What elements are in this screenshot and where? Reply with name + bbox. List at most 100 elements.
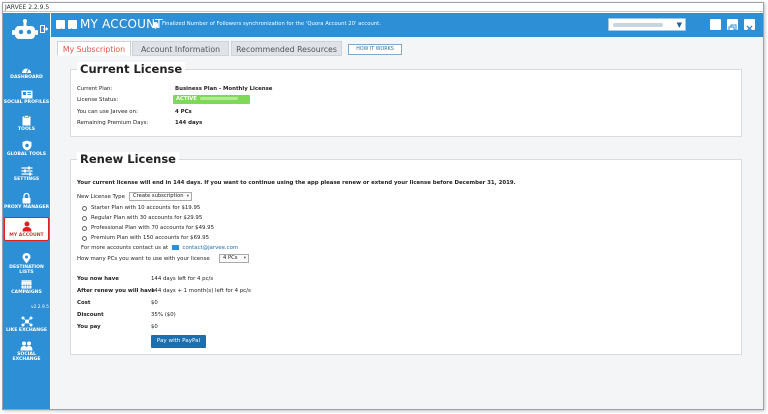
summary-label: You pay [77, 324, 101, 330]
sidebar-item-social-profiles[interactable]: SOCIAL PROFILES [3, 90, 50, 105]
sidebar-item-label: SETTINGS [13, 177, 40, 182]
sidebar-item-destination-lists[interactable]: DESTINATION LISTS [3, 253, 50, 275]
lock-icon [22, 193, 31, 204]
restore-icon [728, 24, 737, 33]
bell-icon [152, 22, 159, 29]
network-icon [21, 316, 32, 327]
pay-with-paypal-button[interactable]: Pay with PayPal [151, 335, 206, 348]
close-icon [746, 25, 753, 32]
sidebar-item-proxy-manager[interactable]: PROXY MANAGER [3, 193, 50, 210]
chevron-right-icon [71, 28, 74, 33]
summary-value: 144 days left for 4 pc/s [151, 276, 214, 282]
notification-text: Finalized Number of Followers synchroniz… [162, 21, 381, 27]
sidebar-item-label: PROXY MANAGER [3, 205, 50, 210]
license-type-select[interactable]: Create subscription ▾ [129, 192, 192, 201]
pcs-count-select[interactable]: 4 PCs ▾ [219, 254, 249, 263]
map-pin-icon [22, 253, 31, 264]
forward-button[interactable] [68, 20, 77, 33]
pcs-value: 4 PCs [175, 109, 192, 115]
contact-text: For more accounts contact us at [81, 245, 169, 251]
close-button[interactable] [744, 19, 755, 32]
summary-label: Discount [77, 312, 104, 318]
users-icon [20, 341, 33, 351]
account-email-redacted [613, 23, 663, 27]
sidebar-item-label: CAMPAIGNS [11, 290, 42, 295]
gauge-icon [22, 67, 31, 73]
current-plan-label: Current Plan: [77, 86, 113, 92]
remaining-days-label: Remaining Premium Days: [77, 120, 149, 126]
license-status-label: License Status: [77, 97, 119, 103]
profiles-icon [21, 90, 32, 99]
license-type-value: Create subscription [133, 193, 184, 199]
sidebar-item-my-account[interactable]: MY ACCOUNT [4, 217, 49, 241]
tab-recommended-resources[interactable]: Recommended Resources [231, 41, 342, 56]
sidebar-item-label: LIKE EXCHANGE [6, 328, 47, 333]
calendar-icon [21, 280, 32, 289]
tab-my-subscription[interactable]: My Subscription [57, 41, 131, 56]
renew-notice: Your current license will end in 144 day… [77, 180, 516, 186]
sidebar-item-label: GLOBAL TOOLS [6, 152, 47, 157]
logout-icon[interactable] [40, 25, 48, 33]
license-status-badge: ACTIVE [173, 95, 250, 104]
summary-value: 144 days + 1 month(s) left for 4 pc/s [151, 288, 251, 294]
sidebar: DASHBOARD SOCIAL PROFILES TOOLS GLOBAL T… [3, 13, 50, 409]
summary-value: $0 [151, 300, 158, 306]
contact-line: For more accounts contact us at contact@… [81, 244, 239, 251]
sidebar-item-label: TOOLS [17, 127, 36, 132]
pcs-count-value: 4 PCs [223, 255, 238, 261]
renew-license-panel: Renew License Your current license will … [70, 152, 742, 355]
license-type-label: New License Type [77, 194, 125, 200]
current-license-panel: Current License Current Plan: Business P… [70, 62, 742, 137]
tab-account-information[interactable]: Account Information [132, 41, 229, 56]
current-plan-value: Business Plan - Monthly License [175, 86, 273, 92]
sidebar-item-like-exchange[interactable]: LIKE EXCHANGE [3, 316, 50, 333]
sidebar-item-settings[interactable]: SETTINGS [3, 166, 50, 182]
chevron-down-icon: ▾ [186, 194, 189, 199]
sidebar-item-tools[interactable]: TOOLS [3, 115, 50, 132]
sidebar-item-label: SOCIAL EXCHANGE [12, 352, 41, 362]
remaining-days-value: 144 days [175, 120, 203, 126]
back-button[interactable] [56, 20, 65, 33]
summary-label: After renew you will have [77, 288, 155, 294]
clipboard-icon [22, 115, 31, 126]
contact-email-link[interactable]: contact@jarvee.com [183, 245, 239, 251]
sidebar-item-dashboard[interactable]: DASHBOARD [3, 65, 50, 80]
user-icon [22, 221, 31, 232]
plan-option: Regular Plan with 30 accounts for $29.95 [91, 215, 203, 221]
shield-icon [22, 140, 31, 151]
app-window: JARVEE 2.2.9.5 DASHBOARD SOCIAL PROFILES… [2, 2, 764, 410]
pcs-count-label: How many PCs you want to use with your l… [77, 256, 210, 262]
sidebar-item-label: SOCIAL PROFILES [3, 100, 50, 105]
plan-radio-regular[interactable] [82, 216, 87, 221]
top-header: MY ACCOUNT Finalized Number of Followers… [51, 13, 763, 37]
envelope-icon [171, 244, 179, 250]
how-it-works-button[interactable]: HOW IT WORKS [348, 44, 402, 55]
window-titlebar: JARVEE 2.2.9.5 [3, 3, 763, 12]
plan-radio-starter[interactable] [82, 206, 87, 211]
license-status-value: ACTIVE [176, 96, 197, 102]
license-key-redacted [199, 97, 238, 100]
sidebar-item-label: MY ACCOUNT [9, 233, 44, 238]
main-content: My Subscription Account Information Reco… [51, 37, 763, 409]
summary-label: You now have [77, 276, 119, 282]
minimize-icon [712, 30, 719, 32]
sidebar-item-campaigns[interactable]: CAMPAIGNS [3, 279, 50, 295]
plan-radio-premium[interactable] [82, 236, 87, 241]
caret-down-icon: ▼ [676, 21, 682, 29]
plan-radio-professional[interactable] [82, 226, 87, 231]
account-selector[interactable]: ▼ [608, 18, 686, 31]
sidebar-item-social-exchange[interactable]: SOCIAL EXCHANGE [3, 341, 50, 362]
summary-value: $0 [151, 324, 158, 330]
minimize-button[interactable] [710, 19, 721, 32]
app-version: v2.2.9.5 [31, 305, 49, 310]
renew-license-title: Renew License [77, 152, 179, 166]
sidebar-item-global-tools[interactable]: GLOBAL TOOLS [3, 140, 50, 157]
page-title: MY ACCOUNT [80, 17, 163, 31]
chevron-down-icon: ▾ [243, 256, 246, 261]
plan-option: Starter Plan with 10 accounts for $19.95 [91, 205, 201, 211]
restore-button[interactable] [727, 19, 738, 33]
pcs-label: You can use Jarvee on: [77, 109, 138, 115]
sidebar-item-label: DASHBOARD [10, 75, 43, 80]
summary-value: 35% ($0) [151, 312, 176, 318]
chevron-left-icon [59, 28, 62, 33]
